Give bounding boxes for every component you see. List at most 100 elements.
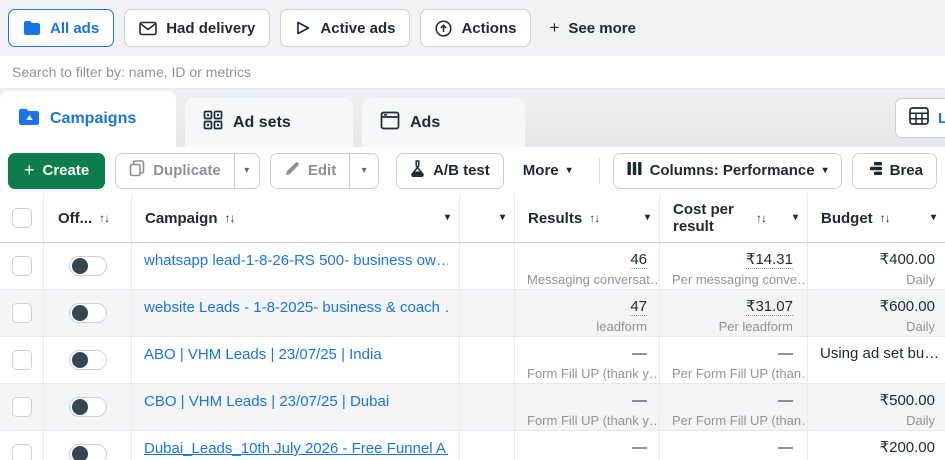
header-campaign[interactable]: Campaign ↑↓ ▾	[132, 194, 460, 243]
campaign-link[interactable]: ABO | VHM Leads | 23/07/25 | India	[144, 346, 382, 363]
edit-label: Edit	[307, 162, 337, 179]
duplicate-caret-button[interactable]: ▾	[233, 153, 259, 188]
duplicate-label: Duplicate	[153, 162, 221, 179]
table-row: ABO | VHM Leads | 23/07/25 | India — Form…	[0, 337, 945, 384]
filter-had-delivery-button[interactable]: Had delivery	[124, 9, 271, 47]
results-value: —	[632, 345, 647, 362]
campaign-toggle[interactable]	[68, 256, 107, 276]
chevron-down-icon[interactable]: ▾	[445, 213, 459, 223]
campaign-link[interactable]: CBO | VHM Leads | 23/07/25 | Dubai	[144, 393, 389, 410]
results-value[interactable]: 47	[630, 298, 647, 316]
columns-button[interactable]: Columns: Performance ▾	[612, 152, 842, 189]
filter-all-ads-button[interactable]: All ads	[8, 9, 115, 47]
breakdown-button[interactable]: Brea	[851, 152, 937, 189]
budget-value: Using ad set bu…	[820, 345, 940, 362]
cost-value[interactable]: ₹14.31	[745, 251, 793, 269]
select-all-checkbox[interactable]	[11, 208, 32, 228]
row-checkbox[interactable]	[11, 303, 32, 323]
tab-strip: Campaigns Ad sets Ads L	[0, 89, 945, 147]
delivery-cell	[460, 290, 515, 337]
filter-active-ads-button[interactable]: Active ads	[280, 9, 411, 47]
campaign-link[interactable]: Dubai_Leads_10th July 2026 - Free Funnel…	[144, 440, 448, 457]
tab-campaigns[interactable]: Campaigns	[0, 91, 176, 147]
header-results-label: Results	[528, 209, 583, 227]
table-row: CBO | VHM Leads | 23/07/25 | Dubai — Form…	[0, 384, 945, 431]
see-more-label: See more	[568, 19, 636, 37]
results-sub: leadform	[596, 319, 647, 334]
more-button[interactable]: More ▾	[523, 162, 572, 179]
campaign-toggle[interactable]	[68, 350, 107, 370]
results-value: —	[632, 439, 647, 456]
flask-icon	[410, 160, 425, 181]
campaign-link[interactable]: website Leads - 1-8-2025- business & coa…	[144, 299, 448, 316]
header-cost-per-result[interactable]: Cost per result ↑↓ ▾	[660, 194, 808, 243]
header-budget-label: Budget	[821, 209, 873, 227]
results-value: —	[632, 392, 647, 409]
chevron-down-icon[interactable]: ▾	[645, 213, 659, 223]
copy-icon	[129, 160, 145, 181]
filter-active-ads-label: Active ads	[320, 19, 396, 37]
table-icon	[909, 107, 929, 129]
chevron-down-icon[interactable]: ▾	[500, 213, 514, 223]
budget-value: ₹600.00	[879, 298, 935, 315]
create-label: Create	[42, 162, 90, 179]
chevron-down-icon[interactable]: ▾	[931, 213, 945, 223]
sort-icon: ↑↓	[224, 211, 236, 225]
plus-icon: +	[24, 160, 35, 180]
arrow-up-circle-icon	[435, 19, 453, 37]
tab-campaigns-label: Campaigns	[50, 110, 137, 127]
campaigns-folder-icon	[18, 107, 40, 131]
tab-ads-label: Ads	[410, 113, 441, 131]
cost-sub: Per messaging conve…	[672, 272, 808, 287]
tab-ads[interactable]: Ads	[362, 98, 525, 147]
chevron-down-icon: ▾	[361, 164, 367, 176]
cost-value: —	[778, 345, 793, 362]
chevron-down-icon[interactable]: ▾	[793, 213, 807, 223]
sort-icon: ↑↓	[756, 211, 767, 225]
results-sub: Messaging conversat…	[527, 272, 660, 287]
search-bar	[0, 56, 945, 89]
delivery-cell	[460, 243, 515, 290]
list-view-button[interactable]: L	[895, 98, 945, 138]
toolbar: + Create Duplicate ▾ Edit ▾ A/B test Mor…	[0, 147, 945, 194]
filter-actions-label: Actions	[461, 19, 517, 37]
search-input[interactable]	[0, 64, 945, 80]
cost-value[interactable]: ₹31.07	[745, 298, 793, 316]
header-delivery[interactable]: ▾	[460, 194, 515, 243]
results-value[interactable]: 46	[630, 251, 647, 269]
duplicate-button[interactable]: Duplicate	[116, 154, 234, 188]
columns-icon	[627, 161, 642, 180]
header-results[interactable]: Results ↑↓ ▾	[515, 194, 660, 243]
table-row: website Leads - 1-8-2025- business & coa…	[0, 290, 945, 337]
row-checkbox[interactable]	[11, 397, 32, 417]
campaign-toggle[interactable]	[68, 444, 107, 460]
delivery-cell	[460, 337, 515, 384]
create-button[interactable]: + Create	[8, 152, 106, 189]
pencil-icon	[284, 161, 300, 181]
tab-ad-sets[interactable]: Ad sets	[185, 98, 353, 147]
row-checkbox[interactable]	[11, 256, 32, 276]
filter-actions-button[interactable]: Actions	[420, 9, 532, 47]
row-checkbox[interactable]	[11, 444, 32, 460]
ads-manager-app: All ads Had delivery Active ads Actions …	[0, 0, 945, 460]
header-off[interactable]: Off... ↑↓	[44, 194, 132, 243]
cost-value: —	[778, 439, 793, 456]
campaign-toggle[interactable]	[68, 397, 107, 417]
row-checkbox[interactable]	[11, 350, 32, 370]
header-budget[interactable]: Budget ↑↓ ▾	[808, 194, 945, 243]
campaign-toggle[interactable]	[68, 303, 107, 323]
campaigns-table: Off... ↑↓ Campaign ↑↓ ▾ ▾ Results ↑↓ ▾ C…	[0, 194, 945, 460]
sort-icon: ↑↓	[589, 211, 600, 225]
edit-caret-button[interactable]: ▾	[349, 153, 378, 188]
toolbar-divider	[598, 157, 600, 184]
edit-button[interactable]: Edit	[271, 154, 349, 188]
campaign-link[interactable]: whatsapp lead-1-8-26-RS 500- business ow…	[144, 252, 448, 269]
breakdown-icon	[866, 161, 882, 180]
table-header-row: Off... ↑↓ Campaign ↑↓ ▾ ▾ Results ↑↓ ▾ C…	[0, 194, 945, 243]
ab-test-button[interactable]: A/B test	[396, 152, 504, 189]
see-more-button[interactable]: + See more	[549, 18, 635, 38]
ab-test-label: A/B test	[433, 162, 490, 179]
budget-sub: Daily	[906, 272, 935, 287]
chevron-down-icon: ▾	[822, 164, 828, 176]
header-checkbox-cell	[0, 194, 44, 243]
